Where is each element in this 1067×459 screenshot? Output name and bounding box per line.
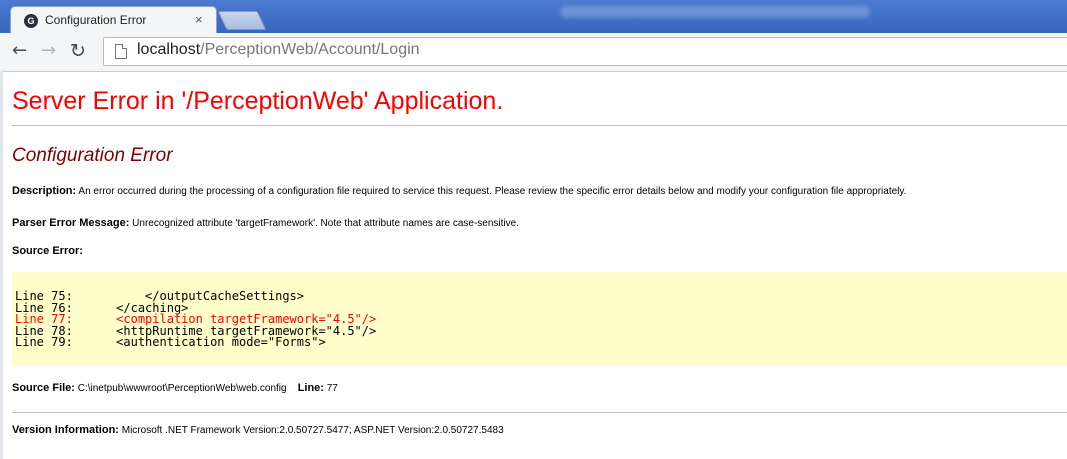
tab-configuration-error[interactable]: G Configuration Error × [10, 6, 217, 33]
description: Description: An error occurred during th… [12, 185, 906, 197]
source-file-label: Source File: [12, 382, 75, 394]
window-left-edge [0, 71, 3, 459]
browser-toolbar: ← → ↻ localhost/PerceptionWeb/Account/Lo… [0, 33, 1067, 72]
page-icon [115, 44, 127, 59]
tab-strip: G Configuration Error × [0, 0, 1067, 33]
description-label: Description: [12, 185, 77, 197]
source-file-path: C:\inetpub\wwwroot\PerceptionWeb\web.con… [74, 383, 287, 394]
url-path: /PerceptionWeb/Account/Login [200, 41, 420, 58]
divider [12, 412, 1067, 413]
address-bar[interactable]: localhost/PerceptionWeb/Account/Login [103, 37, 1067, 66]
tab-title: Configuration Error [45, 13, 147, 27]
version-text: Microsoft .NET Framework Version:2.0.507… [118, 425, 504, 436]
version-information: Version Information: Microsoft .NET Fram… [12, 424, 504, 436]
line-number: Line 79: [15, 335, 88, 349]
parser-error-text: Unrecognized attribute 'targetFramework'… [129, 218, 519, 229]
parser-error-message: Parser Error Message: Unrecognized attri… [12, 217, 519, 229]
description-text: An error occurred during the processing … [76, 186, 907, 197]
error-heading: Configuration Error [12, 145, 173, 166]
source-code-box: Line 75: </outputCacheSettings> Line 76:… [12, 272, 1067, 366]
line-number-value: 77 [323, 383, 338, 394]
close-tab-icon[interactable]: × [195, 12, 203, 27]
new-tab-button[interactable] [217, 11, 267, 30]
version-label: Version Information: [12, 424, 119, 436]
divider [12, 125, 1067, 126]
back-arrow-icon[interactable]: ← [12, 41, 27, 61]
line-label: Line: [297, 382, 324, 394]
reload-icon[interactable]: ↻ [70, 41, 86, 61]
url-host: localhost [137, 41, 201, 58]
parser-error-label: Parser Error Message: [12, 217, 130, 229]
line-code: <authentication mode="Forms"> [87, 335, 326, 349]
ge-favicon-icon: G [24, 14, 38, 28]
server-error-title: Server Error in '/PerceptionWeb' Applica… [12, 87, 504, 115]
source-file: Source File: C:\inetpub\wwwroot\Percepti… [12, 382, 338, 394]
source-error-label: Source Error: [12, 245, 83, 257]
source-code: Line 75: </outputCacheSettings> Line 76:… [15, 290, 376, 349]
url-text[interactable]: localhost/PerceptionWeb/Account/Login [137, 41, 420, 59]
forward-arrow-icon[interactable]: → [41, 41, 56, 61]
window-title-blurred [560, 6, 870, 18]
source-line: Line 79: <authentication mode="Forms"> [15, 335, 326, 349]
